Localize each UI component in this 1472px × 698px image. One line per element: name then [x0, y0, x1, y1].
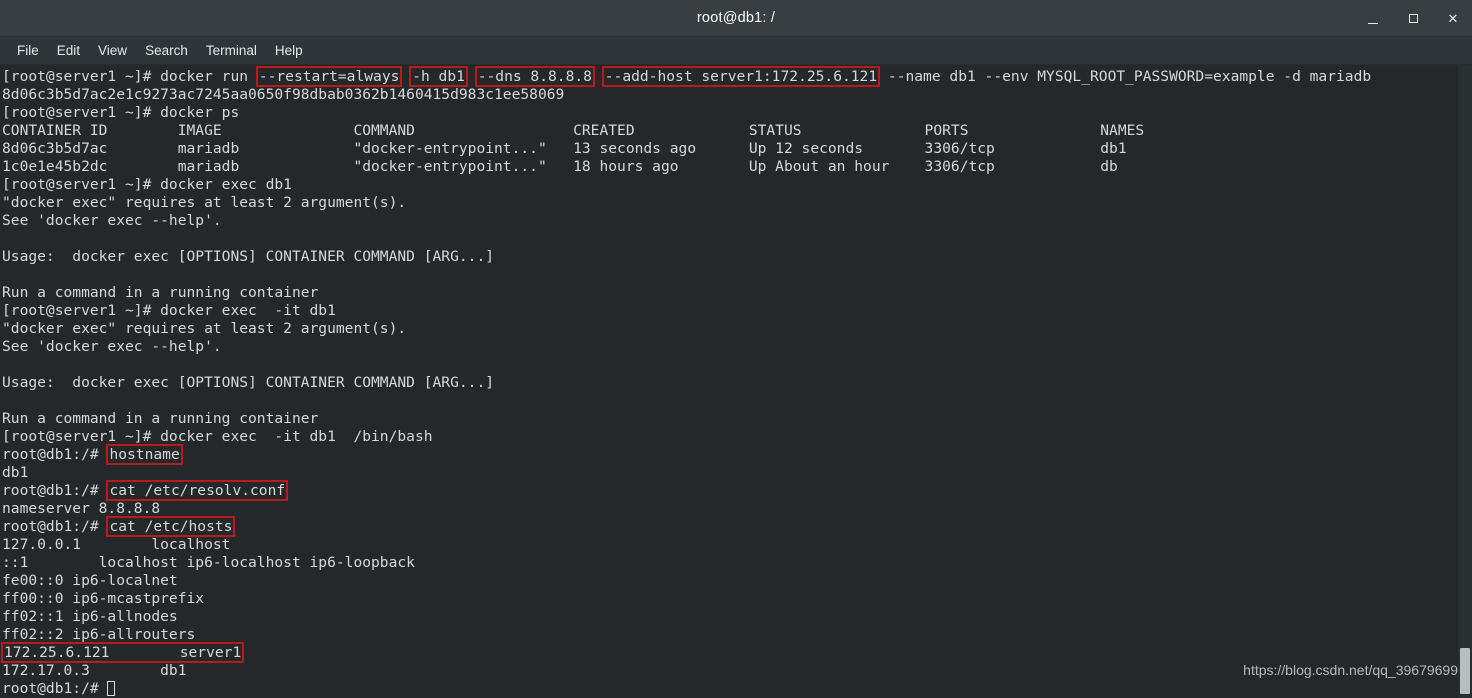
terminal-cursor — [107, 681, 116, 696]
terminal-text: See 'docker exec --help'. — [2, 212, 222, 229]
terminal-text: root@db1:/# — [2, 518, 108, 535]
terminal-text: Usage: docker exec [OPTIONS] CONTAINER C… — [2, 248, 495, 265]
terminal-text: --name db1 --env MYSQL_ROOT_PASSWORD=exa… — [879, 68, 1372, 85]
terminal-line: [root@server1 ~]# docker ps — [2, 104, 1472, 122]
terminal-line: CONTAINER ID IMAGE COMMAND CREATED STATU… — [2, 122, 1472, 140]
terminal-line: ff02::1 ip6-allnodes — [2, 608, 1472, 626]
highlight-box: 172.25.6.121 server1 — [1, 642, 245, 663]
terminal-text: Run a command in a running container — [2, 410, 319, 427]
terminal-text: db1 — [2, 464, 29, 481]
menubar: File Edit View Search Terminal Help — [0, 37, 1472, 65]
terminal-text: ::1 localhost ip6-localhost ip6-loopback — [2, 554, 415, 571]
terminal-line: fe00::0 ip6-localnet — [2, 572, 1472, 590]
terminal-output: [root@server1 ~]# docker run --restart=a… — [1, 66, 1472, 698]
terminal-text: ff02::1 ip6-allnodes — [2, 608, 178, 625]
terminal-text: "docker exec" requires at least 2 argume… — [2, 320, 407, 337]
terminal-line: root@db1:/# cat /etc/hosts — [2, 516, 1472, 537]
highlight-box: -h db1 — [409, 66, 468, 87]
terminal-line: Usage: docker exec [OPTIONS] CONTAINER C… — [2, 374, 1472, 392]
terminal-line: "docker exec" requires at least 2 argume… — [2, 320, 1472, 338]
terminal-line: [root@server1 ~]# docker exec -it db1 /b… — [2, 428, 1472, 446]
terminal-text: Run a command in a running container — [2, 284, 319, 301]
terminal-line: 127.0.0.1 localhost — [2, 536, 1472, 554]
terminal-line: ::1 localhost ip6-localhost ip6-loopback — [2, 554, 1472, 572]
terminal-screen[interactable]: [root@server1 ~]# docker run --restart=a… — [0, 65, 1472, 698]
close-icon[interactable]: ✕ — [1444, 9, 1462, 27]
maximize-icon[interactable] — [1404, 9, 1422, 27]
terminal-text: root@db1:/# — [2, 680, 108, 697]
terminal-text: 8d06c3b5d7ac2e1c9273ac7245aa0650f98dbab0… — [2, 86, 565, 103]
terminal-line: 8d06c3b5d7ac mariadb "docker-entrypoint.… — [2, 140, 1472, 158]
highlight-box: --restart=always — [255, 66, 403, 87]
window-titlebar[interactable]: root@db1: / ✕ — [0, 0, 1472, 37]
highlight-box: cat /etc/hosts — [106, 516, 236, 537]
terminal-text: [root@server1 ~]# docker ps — [2, 104, 240, 121]
terminal-text: 8d06c3b5d7ac mariadb "docker-entrypoint.… — [2, 140, 1127, 157]
terminal-text: ff02::2 ip6-allrouters — [2, 626, 196, 643]
terminal-text: ff00::0 ip6-mcastprefix — [2, 590, 205, 607]
terminal-line: ff00::0 ip6-mcastprefix — [2, 590, 1472, 608]
terminal-scrollbar-track[interactable] — [1458, 65, 1472, 698]
terminal-line: Run a command in a running container — [2, 284, 1472, 302]
minimize-icon[interactable] — [1364, 9, 1382, 27]
terminal-line: 8d06c3b5d7ac2e1c9273ac7245aa0650f98dbab0… — [2, 86, 1472, 104]
menu-item-view[interactable]: View — [89, 40, 136, 61]
terminal-line: 1c0e1e45b2dc mariadb "docker-entrypoint.… — [2, 158, 1472, 176]
window-controls: ✕ — [1364, 0, 1462, 36]
menu-item-search[interactable]: Search — [136, 40, 197, 61]
terminal-line: 172.17.0.3 db1 — [2, 662, 1472, 680]
highlight-box: --dns 8.8.8.8 — [474, 66, 595, 87]
terminal-line: root@db1:/# — [2, 680, 1472, 698]
terminal-line: [root@server1 ~]# docker run --restart=a… — [2, 66, 1472, 87]
terminal-line: root@db1:/# hostname — [2, 444, 1472, 465]
highlight-box: hostname — [106, 444, 183, 465]
menu-item-terminal[interactable]: Terminal — [197, 40, 266, 61]
terminal-line: "docker exec" requires at least 2 argume… — [2, 194, 1472, 212]
terminal-text: nameserver 8.8.8.8 — [2, 500, 161, 517]
terminal-line: [root@server1 ~]# docker exec db1 — [2, 176, 1472, 194]
terminal-text: 1c0e1e45b2dc mariadb "docker-entrypoint.… — [2, 158, 1118, 175]
terminal-text: 172.17.0.3 db1 — [2, 662, 187, 679]
terminal-text: See 'docker exec --help'. — [2, 338, 222, 355]
terminal-line: See 'docker exec --help'. — [2, 212, 1472, 230]
terminal-line: Usage: docker exec [OPTIONS] CONTAINER C… — [2, 248, 1472, 266]
terminal-line: 172.25.6.121 server1 — [1, 642, 1472, 663]
menu-item-help[interactable]: Help — [266, 40, 312, 61]
terminal-text: root@db1:/# — [2, 446, 108, 463]
terminal-text: [root@server1 ~]# docker exec -it db1 — [2, 302, 336, 319]
highlight-box: --add-host server1:172.25.6.121 — [601, 66, 881, 87]
terminal-line: See 'docker exec --help'. — [2, 338, 1472, 356]
window-title: root@db1: / — [696, 10, 776, 26]
menu-item-file[interactable]: File — [8, 40, 48, 61]
terminal-text: 127.0.0.1 localhost — [2, 536, 231, 553]
terminal-text: [root@server1 ~]# docker exec -it db1 /b… — [2, 428, 433, 445]
highlight-box: cat /etc/resolv.conf — [106, 480, 289, 501]
terminal-text: CONTAINER ID IMAGE COMMAND CREATED STATU… — [2, 122, 1145, 139]
menu-item-edit[interactable]: Edit — [48, 40, 89, 61]
terminal-line: [root@server1 ~]# docker exec -it db1 — [2, 302, 1472, 320]
terminal-text: fe00::0 ip6-localnet — [2, 572, 178, 589]
terminal-text: [root@server1 ~]# docker run — [2, 68, 257, 85]
terminal-scrollbar-thumb[interactable] — [1460, 648, 1470, 694]
terminal-text: "docker exec" requires at least 2 argume… — [2, 194, 407, 211]
terminal-line: Run a command in a running container — [2, 410, 1472, 428]
terminal-line: root@db1:/# cat /etc/resolv.conf — [2, 480, 1472, 501]
terminal-text: Usage: docker exec [OPTIONS] CONTAINER C… — [2, 374, 495, 391]
terminal-text: [root@server1 ~]# docker exec db1 — [2, 176, 292, 193]
terminal-text: root@db1:/# — [2, 482, 108, 499]
